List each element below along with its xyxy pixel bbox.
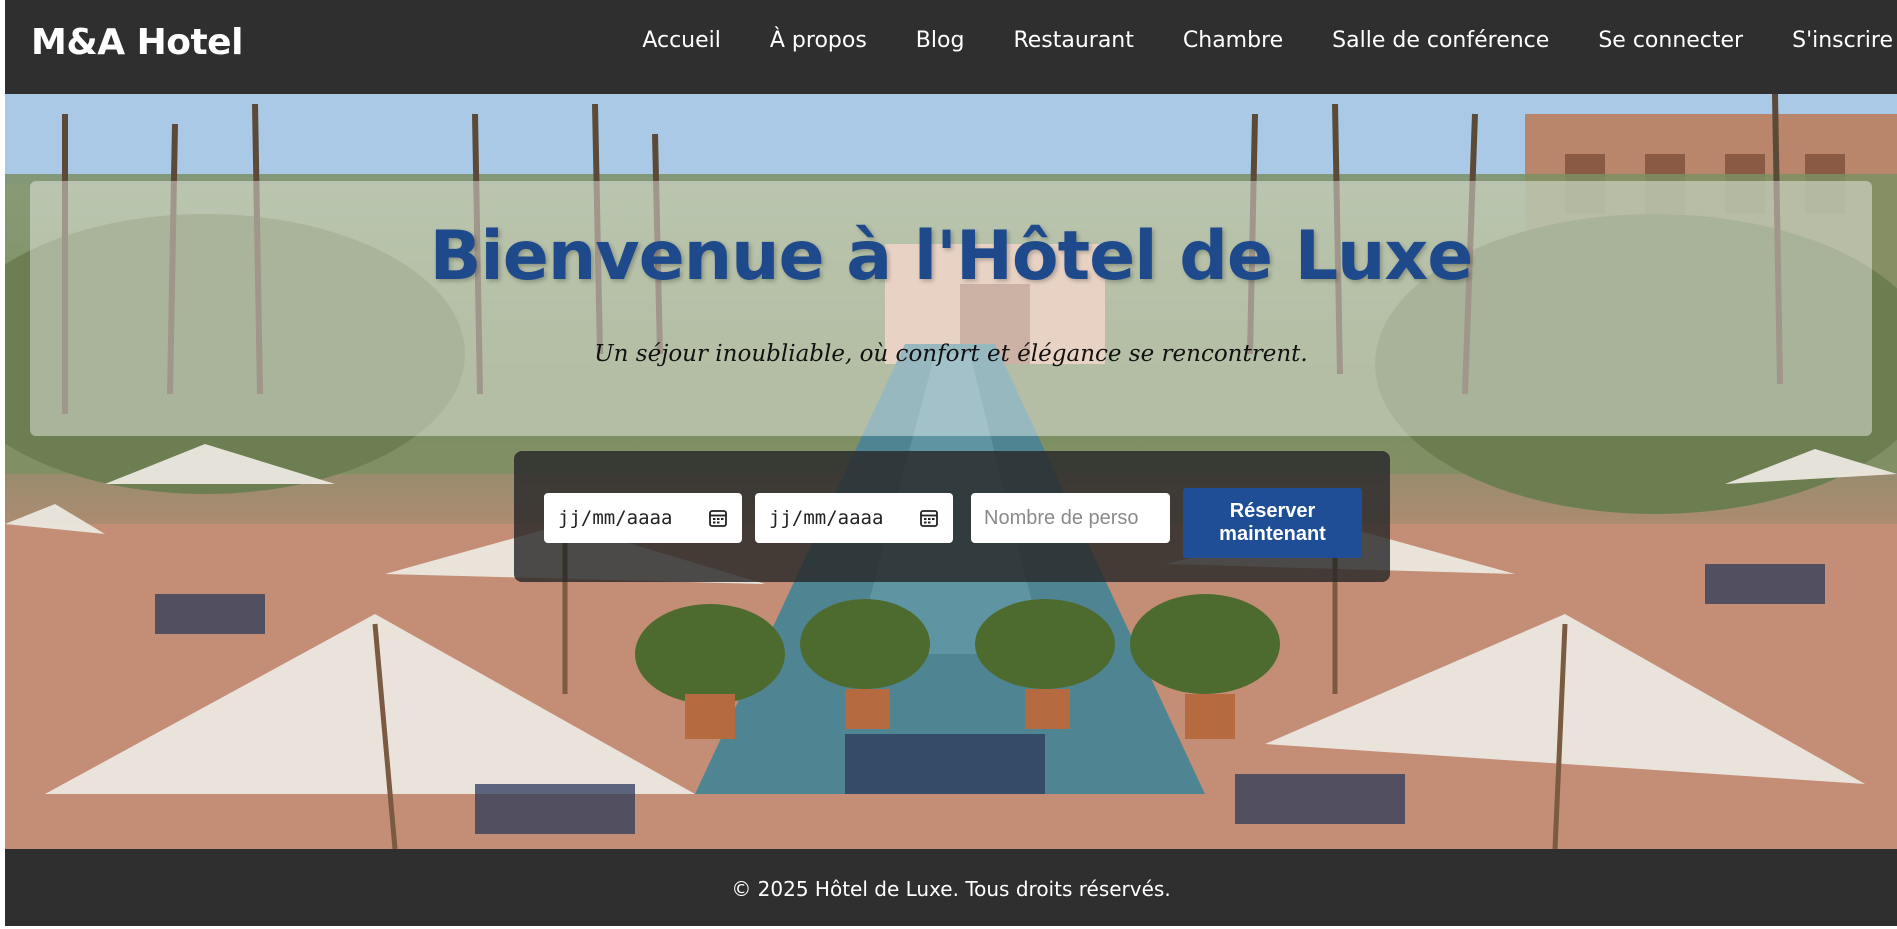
hero-title: Bienvenue à l'Hôtel de Luxe	[429, 217, 1474, 296]
nav-salle-de-conference[interactable]: Salle de conférence	[1332, 28, 1549, 53]
reserve-button-line2: maintenant	[1219, 523, 1326, 545]
nav-s-inscrire[interactable]: S'inscrire	[1792, 28, 1893, 53]
nav-se-connecter[interactable]: Se connecter	[1598, 28, 1743, 53]
welcome-panel: Bienvenue à l'Hôtel de Luxe Un séjour in…	[30, 181, 1872, 436]
calendar-icon[interactable]	[919, 508, 939, 528]
copyright-text: © 2025 Hôtel de Luxe. Tous droits réserv…	[731, 877, 1171, 901]
main-nav: Accueil À propos Blog Restaurant Chambre…	[593, 28, 1893, 53]
nav-a-propos[interactable]: À propos	[770, 28, 867, 53]
reserve-now-button[interactable]: Réserver maintenant	[1183, 488, 1362, 558]
checkout-date-value: jj/mm/aaaa	[769, 507, 884, 529]
calendar-icon[interactable]	[708, 508, 728, 528]
reserve-button-line1: Réserver	[1229, 500, 1316, 522]
site-footer: © 2025 Hôtel de Luxe. Tous droits réserv…	[5, 849, 1897, 926]
nav-blog[interactable]: Blog	[916, 28, 965, 53]
nav-accueil[interactable]: Accueil	[642, 28, 721, 53]
checkout-date-input[interactable]: jj/mm/aaaa	[755, 493, 953, 543]
brand-logo[interactable]: M&A Hotel	[31, 22, 243, 63]
nav-chambre[interactable]: Chambre	[1183, 28, 1283, 53]
nav-restaurant[interactable]: Restaurant	[1013, 28, 1133, 53]
hero-section: Bienvenue à l'Hôtel de Luxe Un séjour in…	[5, 94, 1897, 849]
checkin-date-value: jj/mm/aaaa	[558, 507, 673, 529]
hero-subtitle: Un séjour inoubliable, où confort et élé…	[594, 341, 1308, 367]
guests-input[interactable]	[971, 493, 1170, 543]
booking-form: jj/mm/aaaa jj/mm/aaaa Nombre de perso Ré…	[514, 451, 1390, 582]
page-frame: M&A Hotel Accueil À propos Blog Restaura…	[5, 0, 1897, 926]
site-header: M&A Hotel Accueil À propos Blog Restaura…	[5, 0, 1897, 94]
checkin-date-input[interactable]: jj/mm/aaaa	[544, 493, 742, 543]
